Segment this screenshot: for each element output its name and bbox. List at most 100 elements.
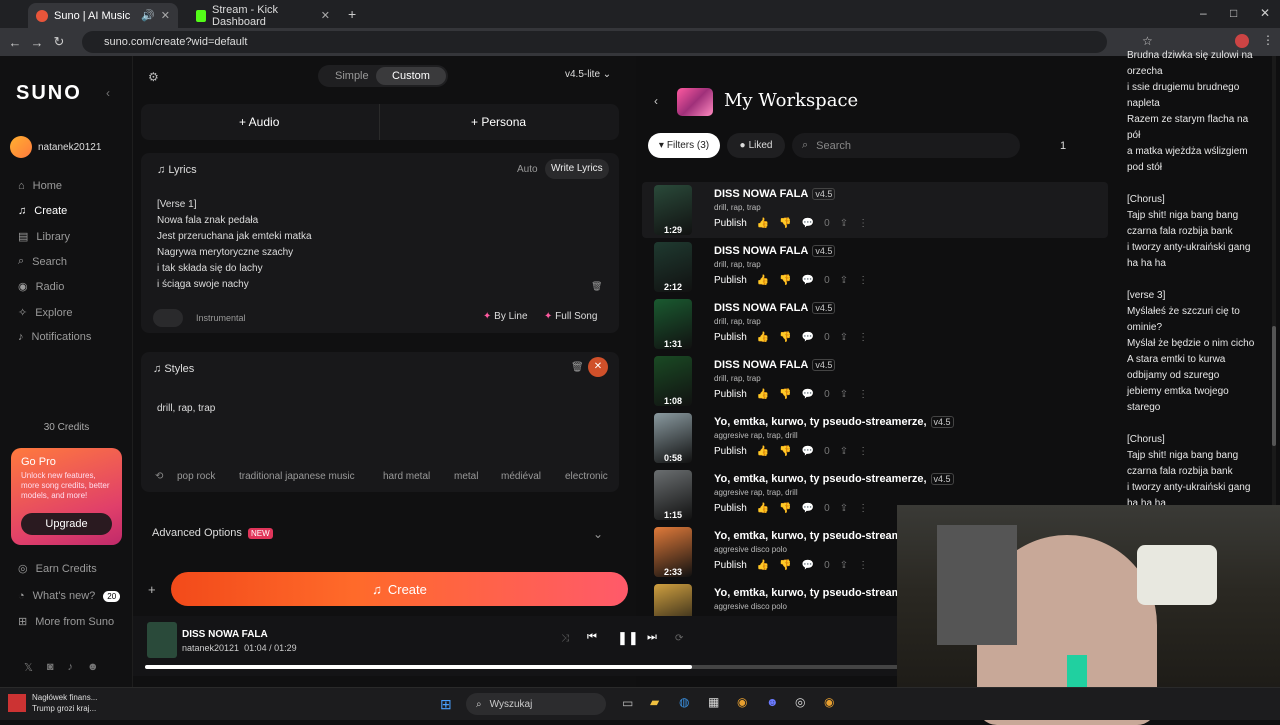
add-persona-button[interactable]: + Persona — [471, 115, 526, 129]
comment-icon[interactable]: 💬 — [802, 446, 814, 457]
repeat-icon[interactable]: ⟳ — [675, 633, 683, 644]
song-title[interactable]: DISS NOWA FALA v4.5 — [714, 188, 836, 200]
profile-avatar[interactable] — [1235, 34, 1249, 48]
comment-icon[interactable]: 💬 — [802, 275, 814, 286]
share-icon[interactable]: ⇪ — [840, 446, 848, 457]
thumbs-down-icon[interactable]: 👎 — [779, 275, 791, 286]
comment-icon[interactable]: 💬 — [802, 218, 814, 229]
song-row[interactable]: 2:12 DISS NOWA FALA v4.5 drill, rap, trap… — [654, 242, 1109, 298]
song-row[interactable]: 0:58 Yo, emtka, kurwo, ty pseudo-streame… — [654, 413, 1109, 469]
song-cover[interactable]: 2:33 — [654, 527, 692, 577]
thumbs-up-icon[interactable]: 👍 — [757, 446, 769, 457]
shuffle-icon[interactable]: ⤨ — [561, 633, 569, 644]
tab-suno[interactable]: Suno | AI Music 🔊 ✕ — [28, 3, 178, 28]
thumbs-up-icon[interactable]: 👍 — [757, 275, 769, 286]
more-icon[interactable]: ⋮ — [858, 503, 868, 514]
share-icon[interactable]: ⇪ — [840, 389, 848, 400]
sidebar-item-explore[interactable]: ✧ Explore — [18, 306, 73, 320]
bookmark-star-icon[interactable]: ☆ — [1142, 34, 1153, 48]
share-icon[interactable]: ⇪ — [840, 503, 848, 514]
add-icon[interactable]: + — [148, 582, 156, 597]
advanced-options-toggle[interactable]: Advanced Options NEW — [152, 527, 273, 539]
collapse-icon[interactable]: ‹ — [106, 86, 110, 100]
publish-button[interactable]: Publish — [714, 389, 747, 400]
search-input[interactable]: ⌕ Search — [792, 133, 1020, 158]
close-icon[interactable]: ✕ — [321, 9, 330, 22]
song-cover[interactable]: 1:31 — [654, 299, 692, 349]
thumbs-up-icon[interactable]: 👍 — [757, 503, 769, 514]
liked-button[interactable]: ● Liked — [727, 133, 785, 158]
publish-button[interactable]: Publish — [714, 275, 747, 286]
lyrics-textarea[interactable]: [Verse 1] Nowa fala znak pedała Jest prz… — [157, 197, 597, 293]
song-title[interactable]: DISS NOWA FALA v4.5 — [714, 245, 836, 257]
sidebar-item-create[interactable]: ♫ Create — [18, 205, 67, 217]
suno-logo[interactable]: SUNO — [16, 82, 82, 105]
song-title[interactable]: Yo, emtka, kurwo, ty pseudo-streamerze, v… — [714, 416, 954, 428]
instrumental-toggle[interactable] — [153, 309, 183, 327]
x-icon[interactable]: 𝕏 — [24, 661, 33, 674]
song-title[interactable]: DISS NOWA FALA v4.5 — [714, 302, 836, 314]
url-field[interactable]: suno.com/create?wid=default — [82, 31, 1107, 53]
trash-icon[interactable]: 🗑 — [571, 362, 584, 373]
user-profile[interactable]: natanek20121 — [10, 136, 101, 158]
tab-kick[interactable]: Stream - Kick Dashboard ✕ — [188, 3, 338, 28]
song-cover[interactable]: 0:58 — [654, 413, 692, 463]
instagram-icon[interactable]: ◙ — [47, 661, 54, 674]
publish-button[interactable]: Publish — [714, 446, 747, 457]
share-icon[interactable]: ⇪ — [840, 560, 848, 571]
task-view-icon[interactable]: ▭ — [622, 696, 633, 710]
trash-icon[interactable]: 🗑 — [591, 281, 602, 292]
song-cover[interactable]: 1:15 — [654, 470, 692, 520]
song-row[interactable]: 1:31 DISS NOWA FALA v4.5 drill, rap, trap… — [654, 299, 1109, 355]
style-chip[interactable]: electronic — [565, 471, 608, 482]
song-row[interactable]: 1:08 DISS NOWA FALA v4.5 drill, rap, trap… — [654, 356, 1109, 412]
more-icon[interactable]: ⋮ — [858, 560, 868, 571]
thumbs-down-icon[interactable]: 👎 — [779, 503, 791, 514]
song-title[interactable]: Yo, emtka, kurwo, ty pseudo-streamerze, v… — [714, 473, 954, 485]
style-chip[interactable]: pop rock — [177, 471, 215, 482]
comment-icon[interactable]: 💬 — [802, 332, 814, 343]
by-line-button[interactable]: ✦ By Line — [483, 311, 528, 322]
reload-icon[interactable]: ↻ — [48, 34, 70, 50]
back-chevron-icon[interactable]: ‹ — [654, 94, 658, 108]
style-chip[interactable]: hard metal — [383, 471, 430, 482]
next-icon[interactable]: ⏭ — [647, 631, 657, 644]
thumbs-up-icon[interactable]: 👍 — [757, 332, 769, 343]
thumbs-down-icon[interactable]: 👎 — [779, 332, 791, 343]
file-explorer-icon[interactable]: ▰ — [650, 695, 659, 709]
refresh-icon[interactable]: ⟲ — [155, 471, 163, 482]
tiktok-icon[interactable]: ♪ — [68, 661, 74, 674]
edge-icon[interactable]: ◍ — [679, 695, 689, 709]
settings-gear-icon[interactable]: ⚙ — [148, 70, 159, 84]
song-title[interactable]: DISS NOWA FALA v4.5 — [714, 359, 836, 371]
whats-new-link[interactable]: ◔ What's new? 20 — [18, 590, 121, 602]
share-icon[interactable]: ⇪ — [840, 218, 848, 229]
windows-start-icon[interactable]: ⊞ — [440, 696, 452, 713]
taskbar-search[interactable]: ⌕ Wyszukaj — [466, 693, 606, 715]
sidebar-item-home[interactable]: ⌂ Home — [18, 180, 62, 192]
model-select[interactable]: v4.5-lite ⌄ — [565, 69, 611, 80]
chrome-icon[interactable]: ◉ — [824, 695, 834, 709]
previous-icon[interactable]: ⏮ — [587, 631, 597, 644]
close-icon[interactable]: ✕ — [161, 9, 170, 22]
obs-icon[interactable]: ◎ — [795, 695, 805, 709]
new-tab-icon[interactable]: + — [348, 6, 356, 22]
publish-button[interactable]: Publish — [714, 560, 747, 571]
styles-input[interactable]: drill, rap, trap — [157, 403, 215, 414]
earn-credits-link[interactable]: ◎ Earn Credits — [18, 562, 97, 576]
style-chip[interactable]: traditional japanese music — [239, 471, 355, 482]
thumbs-up-icon[interactable]: 👍 — [757, 218, 769, 229]
song-cover[interactable]: 1:29 — [654, 185, 692, 235]
publish-button[interactable]: Publish — [714, 332, 747, 343]
custom-mode-button[interactable]: Custom — [376, 67, 446, 85]
auto-lyrics-button[interactable]: Auto — [517, 164, 538, 175]
simple-mode-button[interactable]: Simple — [335, 70, 369, 82]
discord-icon[interactable]: ☻ — [766, 695, 779, 709]
publish-button[interactable]: Publish — [714, 503, 747, 514]
full-song-button[interactable]: ✦ Full Song — [544, 311, 597, 322]
shuffle-styles-icon[interactable]: ✕ — [588, 357, 608, 377]
mute-icon[interactable]: 🔊 — [141, 9, 155, 22]
maximize-icon[interactable]: □ — [1230, 6, 1237, 20]
song-title[interactable]: Yo, emtka, kurwo, ty pseudo-streamerze — [714, 530, 923, 542]
sidebar-item-notifications[interactable]: ♪ Notifications — [18, 331, 91, 343]
